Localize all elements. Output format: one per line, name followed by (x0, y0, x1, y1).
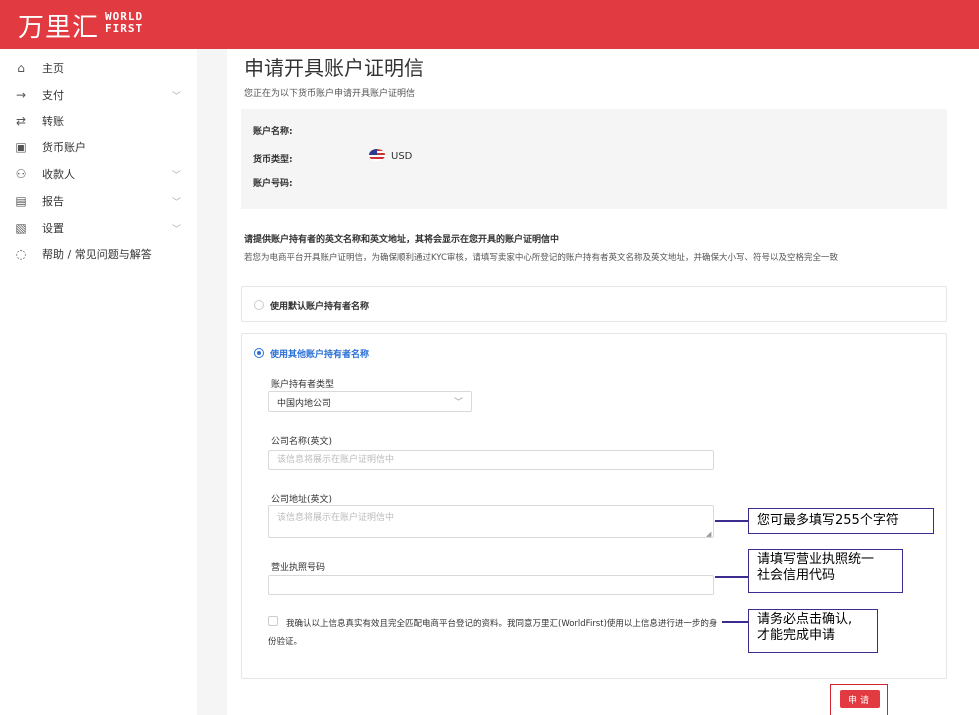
company-address-textarea[interactable] (268, 505, 714, 538)
swap-icon: ⇄ (15, 114, 27, 128)
notice-description: 若您为电商平台开具账户证明信，为确保顺利通过KYC审核，请填写卖家中心所登记的账… (244, 253, 838, 263)
address-callout: 您可最多填写255个字符 (748, 508, 934, 534)
chevron-down-icon: ﹀ (172, 224, 182, 235)
resize-handle-icon[interactable]: ◢ (706, 530, 711, 538)
sidebar-item-settings[interactable]: ▧ 设置 ﹀ (0, 215, 197, 241)
radio-default-holder[interactable] (254, 300, 264, 310)
account-info-box: 账户名称: 货币类型: USD 账户号码: (241, 109, 947, 209)
license-number-label: 营业执照号码 (271, 563, 326, 573)
company-address-label: 公司地址(英文) (271, 495, 333, 505)
company-name-label: 公司名称(英文) (271, 437, 333, 447)
license-number-input[interactable] (268, 575, 714, 595)
sidebar: ⌂ 主页 → 支付 ﹀ ⇄ 转账 ▣ 货币账户 ⚇ 收款人 ﹀ ▤ 报告 ﹀ ▧… (0, 49, 197, 715)
sidebar-item-payments[interactable]: → 支付 ﹀ (0, 82, 197, 108)
license-callout: 请填写营业执照统一 社会信用代码 (748, 549, 903, 593)
sidebar-item-reports[interactable]: ▤ 报告 ﹀ (0, 188, 197, 214)
currency-value: USD (391, 151, 413, 162)
document-icon: ▤ (15, 194, 27, 208)
holder-type-label: 账户持有者类型 (271, 380, 335, 390)
radio-other-holder[interactable] (254, 348, 264, 358)
page-title: 申请开具账户证明信 (244, 56, 424, 80)
agree-text: 我确认以上信息真实有效且完全匹配电商平台登记的资料。我同意万里汇(WorldFi… (268, 619, 718, 647)
chevron-down-icon: ﹀ (453, 398, 463, 408)
arrow-right-icon: → (15, 88, 27, 102)
agree-callout: 请务必点击确认, 才能完成申请 (748, 609, 878, 653)
chevron-down-icon: ﹀ (172, 197, 182, 208)
us-flag-icon (369, 149, 385, 161)
account-number-label: 账户号码: (253, 179, 293, 189)
wallet-icon: ▣ (15, 140, 27, 154)
logo-chinese: 万里汇 (18, 13, 100, 43)
top-bar: 万里汇 WORLD FIRST (0, 0, 979, 49)
sidebar-item-currency-accounts[interactable]: ▣ 货币账户 (0, 134, 197, 160)
sidebar-item-home[interactable]: ⌂ 主页 (0, 55, 197, 81)
sidebar-item-help[interactable]: ◌ 帮助 / 常见问题与解答 (0, 241, 197, 267)
option-default-holder[interactable]: 使用默认账户持有者名称 (241, 286, 947, 322)
account-name-label: 账户名称: (253, 127, 293, 137)
logo-english: WORLD FIRST (105, 10, 144, 35)
company-name-input[interactable] (268, 450, 714, 470)
agree-callout-leader (722, 621, 748, 623)
chevron-down-icon: ﹀ (172, 91, 182, 102)
option-default-label: 使用默认账户持有者名称 (270, 302, 370, 312)
address-callout-leader (715, 520, 748, 522)
chevron-down-icon: ﹀ (172, 170, 182, 181)
settings-icon: ▧ (15, 221, 27, 235)
holder-type-select[interactable]: 中国内地公司 ﹀ (268, 391, 472, 412)
sidebar-item-payees[interactable]: ⚇ 收款人 ﹀ (0, 161, 197, 187)
notice-title: 请提供账户持有者的英文名称和英文地址，其将会显示在您开具的账户证明信中 (244, 235, 560, 245)
option-other-label: 使用其他账户持有者名称 (270, 350, 370, 360)
currency-type-label: 货币类型: (253, 155, 293, 165)
home-icon: ⌂ (17, 61, 25, 75)
license-callout-leader (715, 576, 748, 578)
help-chat-icon: ◌ (15, 247, 27, 261)
sidebar-item-transfer[interactable]: ⇄ 转账 (0, 108, 197, 134)
submit-button-highlight (830, 684, 888, 715)
users-icon: ⚇ (15, 167, 27, 181)
content-gutter (197, 49, 227, 715)
page-subtitle: 您正在为以下货币账户申请开具账户证明信 (244, 89, 416, 99)
